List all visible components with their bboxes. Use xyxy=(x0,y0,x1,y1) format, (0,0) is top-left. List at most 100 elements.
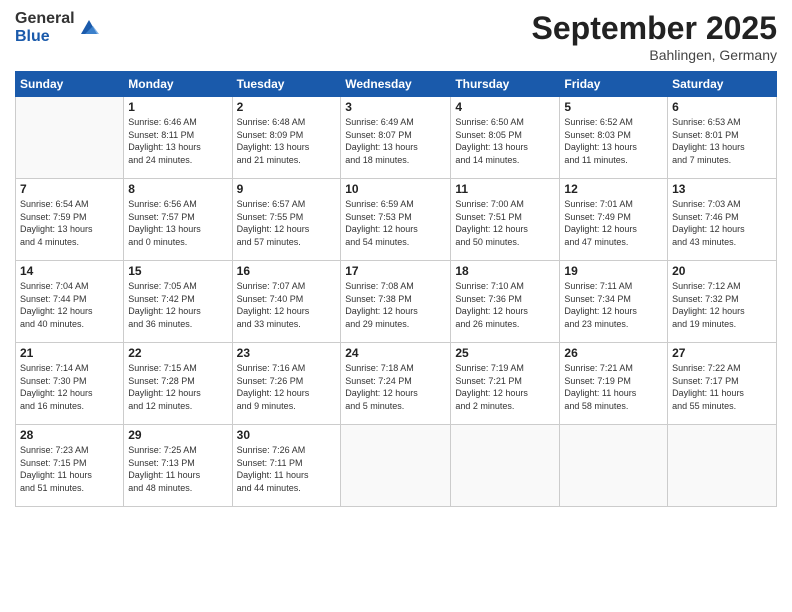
day-info: Sunrise: 7:05 AM Sunset: 7:42 PM Dayligh… xyxy=(128,280,227,330)
table-row: 23 Sunrise: 7:16 AM Sunset: 7:26 PM Dayli… xyxy=(232,343,341,425)
day-number: 4 xyxy=(455,100,555,114)
table-row: 3 Sunrise: 6:49 AM Sunset: 8:07 PM Daylig… xyxy=(341,97,451,179)
day-info: Sunrise: 6:56 AM Sunset: 7:57 PM Dayligh… xyxy=(128,198,227,248)
table-row xyxy=(341,425,451,507)
title-block: September 2025 Bahlingen, Germany xyxy=(532,10,777,63)
day-number: 29 xyxy=(128,428,227,442)
day-number: 24 xyxy=(345,346,446,360)
calendar-week-2: 7 Sunrise: 6:54 AM Sunset: 7:59 PM Daylig… xyxy=(16,179,777,261)
table-row: 8Sunrise: 6:56 AM Sunset: 7:57 PM Daylig… xyxy=(124,179,232,261)
day-info: Sunrise: 7:26 AM Sunset: 7:11 PM Dayligh… xyxy=(237,444,337,494)
table-row: 25Sunrise: 7:19 AM Sunset: 7:21 PM Dayli… xyxy=(451,343,560,425)
day-number: 11 xyxy=(455,182,555,196)
day-number: 7 xyxy=(20,182,119,196)
day-number: 23 xyxy=(237,346,337,360)
day-info: Sunrise: 6:59 AM Sunset: 7:53 PM Dayligh… xyxy=(345,198,446,248)
table-row xyxy=(451,425,560,507)
day-number: 1 xyxy=(128,100,227,114)
header-thursday: Thursday xyxy=(451,72,560,97)
day-info: Sunrise: 7:10 AM Sunset: 7:36 PM Dayligh… xyxy=(455,280,555,330)
table-row: 21 Sunrise: 7:14 AM Sunset: 7:30 PM Dayli… xyxy=(16,343,124,425)
day-number: 21 xyxy=(20,346,119,360)
table-row: 7 Sunrise: 6:54 AM Sunset: 7:59 PM Daylig… xyxy=(16,179,124,261)
page: General Blue September 2025 Bahlingen, G… xyxy=(0,0,792,612)
day-info: Sunrise: 6:53 AM Sunset: 8:01 PM Dayligh… xyxy=(672,116,772,166)
day-info: Sunrise: 6:54 AM Sunset: 7:59 PM Dayligh… xyxy=(20,198,119,248)
table-row: 14 Sunrise: 7:04 AM Sunset: 7:44 PM Dayli… xyxy=(16,261,124,343)
day-number: 26 xyxy=(564,346,663,360)
table-row: 28 Sunrise: 7:23 AM Sunset: 7:15 PM Dayli… xyxy=(16,425,124,507)
header-saturday: Saturday xyxy=(668,72,777,97)
day-info: Sunrise: 7:14 AM Sunset: 7:30 PM Dayligh… xyxy=(20,362,119,412)
day-number: 20 xyxy=(672,264,772,278)
calendar-week-3: 14 Sunrise: 7:04 AM Sunset: 7:44 PM Dayli… xyxy=(16,261,777,343)
day-info: Sunrise: 7:19 AM Sunset: 7:21 PM Dayligh… xyxy=(455,362,555,412)
day-number: 15 xyxy=(128,264,227,278)
day-info: Sunrise: 6:50 AM Sunset: 8:05 PM Dayligh… xyxy=(455,116,555,166)
calendar-week-1: 1 Sunrise: 6:46 AM Sunset: 8:11 PM Daylig… xyxy=(16,97,777,179)
table-row: 13Sunrise: 7:03 AM Sunset: 7:46 PM Dayli… xyxy=(668,179,777,261)
day-number: 17 xyxy=(345,264,446,278)
header-tuesday: Tuesday xyxy=(232,72,341,97)
logo-text: General Blue xyxy=(15,10,75,45)
day-number: 13 xyxy=(672,182,772,196)
table-row: 2Sunrise: 6:48 AM Sunset: 8:09 PM Daylig… xyxy=(232,97,341,179)
table-row: 4 Sunrise: 6:50 AM Sunset: 8:05 PM Daylig… xyxy=(451,97,560,179)
day-info: Sunrise: 6:49 AM Sunset: 8:07 PM Dayligh… xyxy=(345,116,446,166)
calendar-table: Sunday Monday Tuesday Wednesday Thursday… xyxy=(15,71,777,507)
header-friday: Friday xyxy=(560,72,668,97)
table-row: 30 Sunrise: 7:26 AM Sunset: 7:11 PM Dayli… xyxy=(232,425,341,507)
table-row: 6 Sunrise: 6:53 AM Sunset: 8:01 PM Daylig… xyxy=(668,97,777,179)
day-info: Sunrise: 7:00 AM Sunset: 7:51 PM Dayligh… xyxy=(455,198,555,248)
day-info: Sunrise: 7:11 AM Sunset: 7:34 PM Dayligh… xyxy=(564,280,663,330)
month-title: September 2025 xyxy=(532,10,777,47)
day-number: 14 xyxy=(20,264,119,278)
day-info: Sunrise: 7:16 AM Sunset: 7:26 PM Dayligh… xyxy=(237,362,337,412)
day-info: Sunrise: 7:04 AM Sunset: 7:44 PM Dayligh… xyxy=(20,280,119,330)
table-row xyxy=(560,425,668,507)
day-number: 6 xyxy=(672,100,772,114)
day-info: Sunrise: 7:18 AM Sunset: 7:24 PM Dayligh… xyxy=(345,362,446,412)
day-number: 10 xyxy=(345,182,446,196)
table-row: 20 Sunrise: 7:12 AM Sunset: 7:32 PM Dayli… xyxy=(668,261,777,343)
day-number: 5 xyxy=(564,100,663,114)
logo-blue: Blue xyxy=(15,28,75,46)
day-info: Sunrise: 7:21 AM Sunset: 7:19 PM Dayligh… xyxy=(564,362,663,412)
day-number: 2 xyxy=(237,100,337,114)
header-monday: Monday xyxy=(124,72,232,97)
day-number: 30 xyxy=(237,428,337,442)
day-number: 9 xyxy=(237,182,337,196)
table-row: 9Sunrise: 6:57 AM Sunset: 7:55 PM Daylig… xyxy=(232,179,341,261)
day-number: 22 xyxy=(128,346,227,360)
table-row: 15 Sunrise: 7:05 AM Sunset: 7:42 PM Dayli… xyxy=(124,261,232,343)
day-info: Sunrise: 7:15 AM Sunset: 7:28 PM Dayligh… xyxy=(128,362,227,412)
table-row: 1 Sunrise: 6:46 AM Sunset: 8:11 PM Daylig… xyxy=(124,97,232,179)
day-number: 3 xyxy=(345,100,446,114)
table-row: 19Sunrise: 7:11 AM Sunset: 7:34 PM Dayli… xyxy=(560,261,668,343)
table-row: 16 Sunrise: 7:07 AM Sunset: 7:40 PM Dayli… xyxy=(232,261,341,343)
table-row: 18 Sunrise: 7:10 AM Sunset: 7:36 PM Dayli… xyxy=(451,261,560,343)
location: Bahlingen, Germany xyxy=(532,47,777,63)
day-info: Sunrise: 7:12 AM Sunset: 7:32 PM Dayligh… xyxy=(672,280,772,330)
table-row xyxy=(668,425,777,507)
table-row: 5Sunrise: 6:52 AM Sunset: 8:03 PM Daylig… xyxy=(560,97,668,179)
day-info: Sunrise: 7:22 AM Sunset: 7:17 PM Dayligh… xyxy=(672,362,772,412)
header-sunday: Sunday xyxy=(16,72,124,97)
day-info: Sunrise: 7:23 AM Sunset: 7:15 PM Dayligh… xyxy=(20,444,119,494)
table-row: 11 Sunrise: 7:00 AM Sunset: 7:51 PM Dayli… xyxy=(451,179,560,261)
day-number: 27 xyxy=(672,346,772,360)
day-number: 16 xyxy=(237,264,337,278)
table-row: 27 Sunrise: 7:22 AM Sunset: 7:17 PM Dayli… xyxy=(668,343,777,425)
header: General Blue September 2025 Bahlingen, G… xyxy=(15,10,777,63)
day-info: Sunrise: 7:07 AM Sunset: 7:40 PM Dayligh… xyxy=(237,280,337,330)
header-wednesday: Wednesday xyxy=(341,72,451,97)
day-number: 12 xyxy=(564,182,663,196)
day-number: 18 xyxy=(455,264,555,278)
day-info: Sunrise: 6:46 AM Sunset: 8:11 PM Dayligh… xyxy=(128,116,227,166)
day-info: Sunrise: 7:08 AM Sunset: 7:38 PM Dayligh… xyxy=(345,280,446,330)
day-info: Sunrise: 7:25 AM Sunset: 7:13 PM Dayligh… xyxy=(128,444,227,494)
day-info: Sunrise: 7:01 AM Sunset: 7:49 PM Dayligh… xyxy=(564,198,663,248)
table-row: 29 Sunrise: 7:25 AM Sunset: 7:13 PM Dayli… xyxy=(124,425,232,507)
day-number: 28 xyxy=(20,428,119,442)
calendar-week-4: 21 Sunrise: 7:14 AM Sunset: 7:30 PM Dayli… xyxy=(16,343,777,425)
